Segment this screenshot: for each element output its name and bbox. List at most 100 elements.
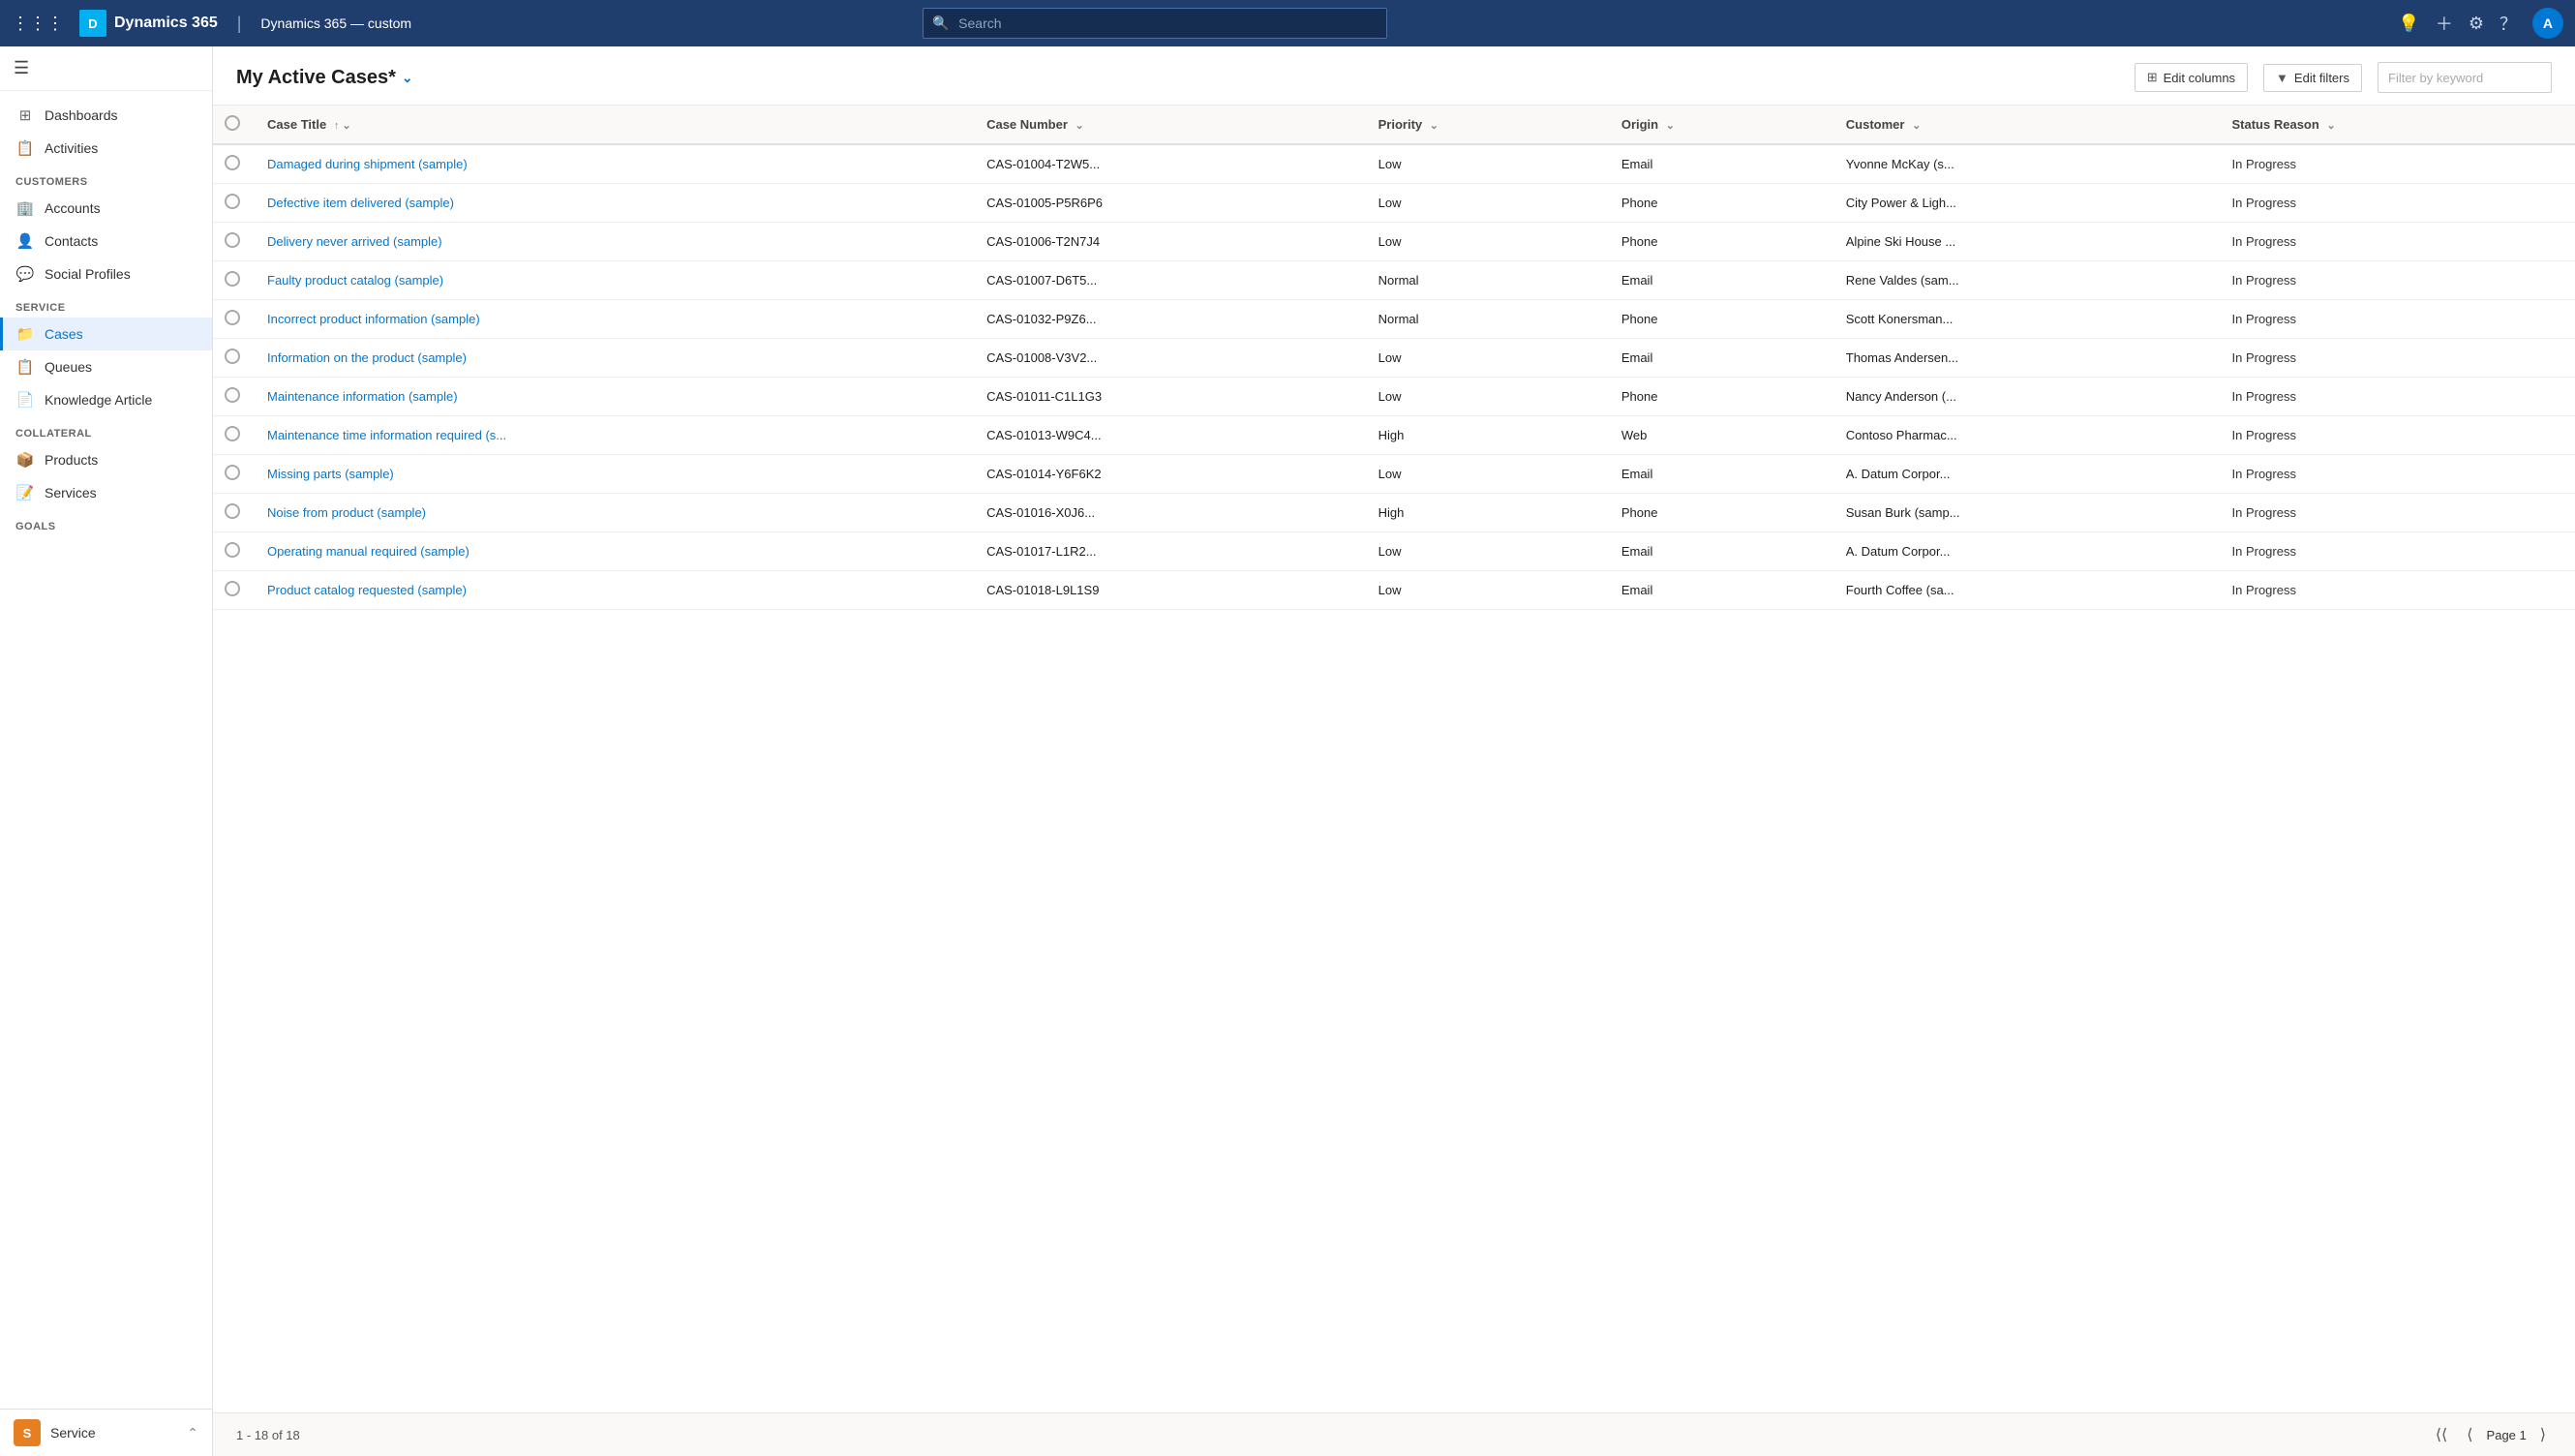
table-row[interactable]: Operating manual required (sample) CAS-0…: [213, 532, 2575, 571]
brand-name: Dynamics 365: [114, 15, 218, 32]
table-row[interactable]: Defective item delivered (sample) CAS-01…: [213, 184, 2575, 223]
question-icon[interactable]: ？: [2499, 11, 2517, 36]
edit-columns-button[interactable]: ⊞ Edit columns: [2135, 63, 2248, 92]
cell-priority: Low: [1363, 532, 1606, 571]
cell-case-title: Noise from product (sample): [252, 494, 971, 532]
row-checkbox-cell[interactable]: [213, 455, 252, 494]
row-checkbox-cell[interactable]: [213, 144, 252, 184]
row-checkbox-cell[interactable]: [213, 571, 252, 610]
hamburger-icon[interactable]: ☰: [14, 58, 29, 78]
row-checkbox[interactable]: [225, 387, 240, 403]
row-checkbox[interactable]: [225, 581, 240, 596]
sidebar-item-dashboards[interactable]: ⊞ Dashboards: [0, 99, 212, 132]
cell-case-number: CAS-01032-P9Z6...: [971, 300, 1363, 339]
header-checkbox[interactable]: [225, 115, 240, 131]
dashboards-icon: ⊞: [15, 106, 35, 124]
cell-origin: Email: [1606, 261, 1831, 300]
row-checkbox-cell[interactable]: [213, 378, 252, 416]
sidebar-item-label: Social Profiles: [45, 266, 131, 282]
row-checkbox[interactable]: [225, 271, 240, 287]
cell-customer: Alpine Ski House ...: [1831, 223, 2217, 261]
cell-customer: Thomas Andersen...: [1831, 339, 2217, 378]
row-checkbox[interactable]: [225, 310, 240, 325]
settings-icon[interactable]: ⚙: [2469, 14, 2484, 34]
first-page-button[interactable]: ⟨⟨: [2430, 1421, 2453, 1448]
content-title-container: My Active Cases* ⌄: [236, 67, 413, 89]
sidebar-navigation: ⊞ Dashboards 📋 Activities Customers 🏢 Ac…: [0, 91, 212, 544]
row-checkbox-cell[interactable]: [213, 300, 252, 339]
user-avatar[interactable]: A: [2532, 8, 2563, 39]
row-checkbox[interactable]: [225, 426, 240, 441]
cell-status-reason: In Progress: [2217, 300, 2575, 339]
table-row[interactable]: Damaged during shipment (sample) CAS-010…: [213, 144, 2575, 184]
columns-icon: ⊞: [2147, 70, 2158, 85]
cell-case-title: Delivery never arrived (sample): [252, 223, 971, 261]
th-priority[interactable]: Priority ⌄: [1363, 106, 1606, 144]
edit-filters-button[interactable]: ▼ Edit filters: [2263, 64, 2362, 92]
row-checkbox[interactable]: [225, 542, 240, 558]
th-case-number[interactable]: Case Number ⌄: [971, 106, 1363, 144]
row-checkbox[interactable]: [225, 465, 240, 480]
cell-case-number: CAS-01006-T2N7J4: [971, 223, 1363, 261]
th-case-title[interactable]: Case Title ↑ ⌄: [252, 106, 971, 144]
filter-icon: ▼: [2276, 71, 2288, 85]
table-row[interactable]: Maintenance time information required (s…: [213, 416, 2575, 455]
row-checkbox-cell[interactable]: [213, 494, 252, 532]
main-layout: ☰ ⊞ Dashboards 📋 Activities Customers 🏢 …: [0, 46, 2575, 1456]
table-row[interactable]: Incorrect product information (sample) C…: [213, 300, 2575, 339]
table-row[interactable]: Maintenance information (sample) CAS-010…: [213, 378, 2575, 416]
prev-page-button[interactable]: ⟨: [2461, 1421, 2478, 1448]
sidebar-item-products[interactable]: 📦 Products: [0, 443, 212, 476]
th-status-reason[interactable]: Status Reason ⌄: [2217, 106, 2575, 144]
add-icon[interactable]: ＋: [2436, 11, 2453, 36]
row-checkbox[interactable]: [225, 503, 240, 519]
cell-status-reason: In Progress: [2217, 184, 2575, 223]
cell-customer: A. Datum Corpor...: [1831, 455, 2217, 494]
cell-case-title: Information on the product (sample): [252, 339, 971, 378]
table-row[interactable]: Information on the product (sample) CAS-…: [213, 339, 2575, 378]
title-dropdown-chevron[interactable]: ⌄: [402, 70, 413, 86]
sidebar-item-contacts[interactable]: 👤 Contacts: [0, 225, 212, 258]
row-checkbox-cell[interactable]: [213, 261, 252, 300]
row-checkbox-cell[interactable]: [213, 339, 252, 378]
cell-case-title: Maintenance time information required (s…: [252, 416, 971, 455]
th-customer[interactable]: Customer ⌄: [1831, 106, 2217, 144]
filter-keyword-input[interactable]: [2378, 62, 2552, 93]
grid-icon[interactable]: ⋮⋮⋮: [12, 14, 64, 34]
table-row[interactable]: Missing parts (sample) CAS-01014-Y6F6K2 …: [213, 455, 2575, 494]
row-checkbox[interactable]: [225, 194, 240, 209]
table-row[interactable]: Delivery never arrived (sample) CAS-0100…: [213, 223, 2575, 261]
row-checkbox-cell[interactable]: [213, 416, 252, 455]
row-checkbox-cell[interactable]: [213, 223, 252, 261]
cell-priority: Low: [1363, 184, 1606, 223]
sidebar-item-services[interactable]: 📝 Services: [0, 476, 212, 509]
sidebar-footer[interactable]: S Service ⌃: [0, 1409, 212, 1456]
sidebar-item-queues[interactable]: 📋 Queues: [0, 350, 212, 383]
row-checkbox-cell[interactable]: [213, 532, 252, 571]
sidebar-item-knowledge-article[interactable]: 📄 Knowledge Article: [0, 383, 212, 416]
row-checkbox[interactable]: [225, 155, 240, 170]
cell-origin: Phone: [1606, 300, 1831, 339]
row-checkbox[interactable]: [225, 232, 240, 248]
cell-customer: Yvonne McKay (s...: [1831, 144, 2217, 184]
table-row[interactable]: Faulty product catalog (sample) CAS-0100…: [213, 261, 2575, 300]
sidebar-item-cases[interactable]: 📁 Cases: [0, 318, 212, 350]
cell-case-title: Defective item delivered (sample): [252, 184, 971, 223]
next-page-button[interactable]: ⟩: [2534, 1421, 2552, 1448]
row-checkbox[interactable]: [225, 349, 240, 364]
cases-table: Case Title ↑ ⌄ Case Number ⌄ Priority ⌄: [213, 106, 2575, 610]
table-row[interactable]: Product catalog requested (sample) CAS-0…: [213, 571, 2575, 610]
cell-status-reason: In Progress: [2217, 223, 2575, 261]
sidebar-item-accounts[interactable]: 🏢 Accounts: [0, 192, 212, 225]
search-input[interactable]: [923, 8, 1387, 39]
header-checkbox-cell[interactable]: [213, 106, 252, 144]
th-origin[interactable]: Origin ⌄: [1606, 106, 1831, 144]
global-search: 🔍: [923, 8, 1387, 39]
row-checkbox-cell[interactable]: [213, 184, 252, 223]
cell-case-number: CAS-01017-L1R2...: [971, 532, 1363, 571]
sidebar-item-activities[interactable]: 📋 Activities: [0, 132, 212, 165]
help-circle-icon[interactable]: 💡: [2398, 14, 2419, 34]
table-row[interactable]: Noise from product (sample) CAS-01016-X0…: [213, 494, 2575, 532]
cell-customer: Rene Valdes (sam...: [1831, 261, 2217, 300]
sidebar-item-social-profiles[interactable]: 💬 Social Profiles: [0, 258, 212, 290]
